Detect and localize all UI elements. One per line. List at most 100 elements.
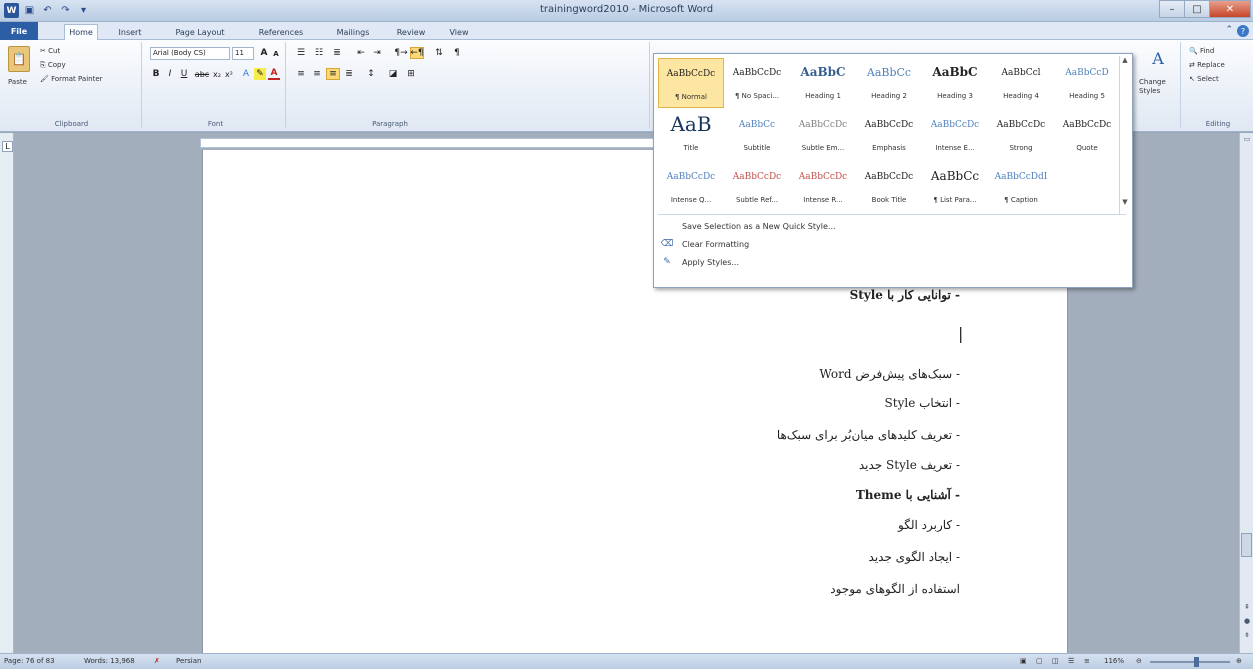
show-formatting-icon[interactable]: ¶ — [450, 47, 464, 59]
style-tile[interactable]: AaBbC Heading 3 — [922, 58, 988, 108]
save-as-quick-style-item[interactable]: Save Selection as a New Quick Style... — [660, 219, 836, 233]
apply-styles-item[interactable]: ✎ Apply Styles... — [660, 255, 739, 269]
sort-icon[interactable]: ⇅ — [432, 47, 446, 59]
tab-mailings[interactable]: Mailings — [330, 24, 376, 40]
cut-button[interactable]: ✂ Cut — [40, 47, 60, 55]
tab-references[interactable]: References — [252, 24, 310, 40]
tab-page-layout[interactable]: Page Layout — [170, 24, 230, 40]
style-tile[interactable]: AaBbCcDc Intense E... — [922, 110, 988, 160]
style-tile[interactable]: AaBbCcDc Intense R... — [790, 162, 856, 212]
strikethrough-icon[interactable]: abc — [194, 68, 210, 80]
tab-insert[interactable]: Insert — [115, 24, 145, 40]
vertical-scrollbar[interactable]: ▭ ⇞ ● ⇟ — [1239, 133, 1253, 653]
style-tile[interactable]: AaBbCcD Heading 5 — [1054, 58, 1120, 108]
full-screen-icon[interactable]: ▢ — [1036, 657, 1043, 665]
previous-page-icon[interactable]: ⇞ — [1242, 603, 1252, 613]
copy-button[interactable]: ⎘ Copy — [40, 61, 66, 70]
line-spacing-icon[interactable]: ↕ — [364, 68, 378, 80]
style-sample: AaBbCcDdI — [994, 172, 1048, 182]
next-page-icon[interactable]: ⇟ — [1242, 631, 1252, 641]
italic-icon[interactable]: I — [164, 68, 176, 80]
tab-file[interactable]: File — [0, 22, 38, 40]
gallery-scroll-down-icon[interactable]: ▼ — [1120, 198, 1130, 210]
style-tile[interactable]: AaBbCcDc Quote — [1054, 110, 1120, 160]
ltr-direction-icon[interactable]: ¶→ — [394, 47, 408, 59]
style-tile[interactable]: AaBbCcl Heading 4 — [988, 58, 1054, 108]
align-left-icon[interactable]: ≡ — [294, 68, 308, 80]
zoom-level[interactable]: 116% — [1104, 657, 1124, 665]
tab-review[interactable]: Review — [393, 24, 429, 40]
help-icon[interactable]: ? — [1237, 25, 1249, 37]
tab-home[interactable]: Home — [64, 24, 98, 40]
superscript-icon[interactable]: x² — [224, 68, 234, 80]
print-layout-icon[interactable]: ▣ — [1020, 657, 1027, 665]
paste-button[interactable]: Paste — [8, 78, 27, 86]
format-painter-button[interactable]: 🖌 Format Painter — [40, 75, 103, 83]
style-tile[interactable]: AaBbCcDc Strong — [988, 110, 1054, 160]
style-tile[interactable]: AaBbCcDc ¶ Normal — [658, 58, 724, 108]
proofing-icon[interactable]: ✗ — [154, 657, 160, 665]
ruler-toggle-icon[interactable]: ▭ — [1242, 135, 1252, 145]
zoom-out-icon[interactable]: ⊖ — [1136, 657, 1142, 665]
minimize-ribbon-icon[interactable]: ⌃ — [1225, 25, 1233, 37]
page-count[interactable]: Page: 76 of 83 — [4, 657, 55, 665]
web-layout-icon[interactable]: ◫ — [1052, 657, 1059, 665]
close-button[interactable]: ✕ — [1209, 0, 1251, 18]
style-tile[interactable]: AaBbCcDc Subtle Em... — [790, 110, 856, 160]
grow-font-icon[interactable]: A — [258, 47, 270, 59]
increase-indent-icon[interactable]: ⇥ — [370, 47, 384, 59]
underline-icon[interactable]: U — [178, 68, 190, 80]
gallery-scroll-up-icon[interactable]: ▲ — [1120, 56, 1130, 68]
style-tile[interactable]: AaB Title — [658, 110, 724, 160]
word-count[interactable]: Words: 13,968 — [84, 657, 135, 665]
tab-selector-icon[interactable]: L — [2, 141, 13, 152]
style-tile[interactable]: AaBbC Heading 1 — [790, 58, 856, 108]
numbering-icon[interactable]: ☷ — [312, 47, 326, 59]
font-name-box[interactable]: Arial (Body CS) — [150, 47, 230, 60]
font-color-icon[interactable]: A — [268, 68, 280, 80]
justify-icon[interactable]: ≣ — [342, 68, 356, 80]
rtl-direction-icon[interactable]: ←¶ — [410, 47, 424, 59]
style-tile[interactable]: AaBbCc ¶ List Para... — [922, 162, 988, 212]
bullets-icon[interactable]: ☰ — [294, 47, 308, 59]
shrink-font-icon[interactable]: A — [271, 49, 281, 59]
paste-icon[interactable]: 📋 — [8, 46, 30, 72]
zoom-slider-thumb[interactable] — [1194, 657, 1199, 667]
style-tile[interactable]: AaBbCc Subtitle — [724, 110, 790, 160]
style-tile[interactable]: AaBbCcDc ¶ No Spaci... — [724, 58, 790, 108]
style-tile[interactable]: AaBbCcDc Book Title — [856, 162, 922, 212]
text-effects-icon[interactable]: A — [240, 68, 252, 80]
zoom-in-icon[interactable]: ⊕ — [1236, 657, 1242, 665]
decrease-indent-icon[interactable]: ⇤ — [354, 47, 368, 59]
scroll-thumb[interactable] — [1241, 533, 1252, 557]
style-tile[interactable]: AaBbCc Heading 2 — [856, 58, 922, 108]
bold-icon[interactable]: B — [150, 68, 162, 80]
style-tile[interactable]: AaBbCcDc Subtle Ref... — [724, 162, 790, 212]
maximize-button[interactable]: □ — [1184, 0, 1210, 18]
gallery-scrollbar[interactable]: ▲ ▼ — [1119, 56, 1130, 214]
style-tile[interactable]: AaBbCcDc Emphasis — [856, 110, 922, 160]
highlight-icon[interactable]: ✎ — [254, 68, 266, 80]
font-size-box[interactable]: 11 — [232, 47, 254, 60]
align-center-icon[interactable]: ≡ — [310, 68, 324, 80]
zoom-slider[interactable] — [1150, 661, 1230, 663]
replace-button[interactable]: ⇄ Replace — [1189, 61, 1225, 69]
outline-icon[interactable]: ☰ — [1068, 657, 1074, 665]
select-button[interactable]: ↖ Select — [1189, 75, 1219, 83]
align-right-icon[interactable]: ≡ — [326, 68, 340, 80]
multilevel-list-icon[interactable]: ≣ — [330, 47, 344, 59]
style-tile[interactable]: AaBbCcDdI ¶ Caption — [988, 162, 1054, 212]
change-styles-button[interactable]: Change Styles — [1139, 78, 1179, 96]
clear-formatting-item[interactable]: ⌫ Clear Formatting — [660, 237, 750, 251]
change-styles-icon[interactable]: A — [1147, 46, 1169, 70]
borders-icon[interactable]: ⊞ — [404, 68, 418, 80]
draft-icon[interactable]: ≡ — [1084, 657, 1090, 665]
shading-icon[interactable]: ◪ — [386, 68, 400, 80]
browse-object-icon[interactable]: ● — [1242, 617, 1252, 627]
minimize-button[interactable]: – — [1159, 0, 1185, 18]
language-indicator[interactable]: Persian — [176, 657, 201, 665]
subscript-icon[interactable]: x₂ — [212, 68, 222, 80]
find-button[interactable]: 🔍 Find — [1189, 47, 1214, 55]
style-tile[interactable]: AaBbCcDc Intense Q... — [658, 162, 724, 212]
tab-view[interactable]: View — [445, 24, 473, 40]
